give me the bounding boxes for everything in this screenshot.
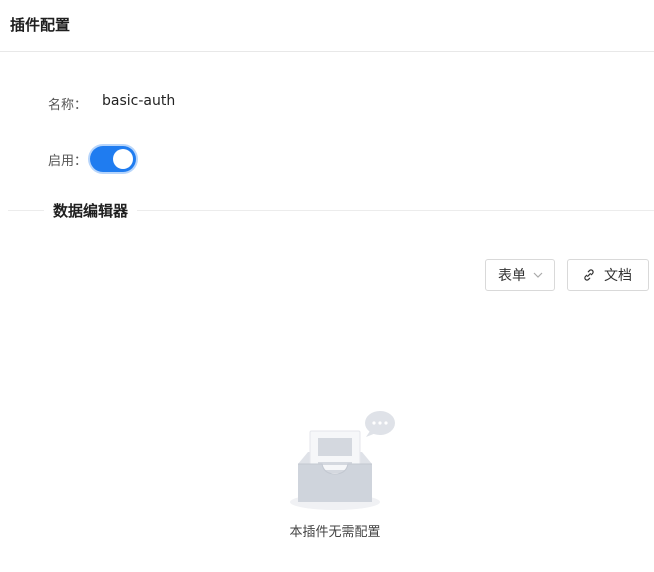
name-label: 名称： <box>48 98 88 113</box>
link-icon <box>584 269 594 281</box>
mode-select-value: 表单 <box>498 268 526 284</box>
chat-bubble-icon <box>365 411 395 437</box>
enabled-toggle[interactable] <box>90 146 136 172</box>
toggle-knob <box>113 149 133 169</box>
page-title: 插件配置 <box>10 16 71 34</box>
doc-button-label: 文档 <box>604 268 632 284</box>
section-title: 数据编辑器 <box>44 200 138 221</box>
mode-select[interactable]: 表单 <box>485 259 555 291</box>
enabled-label: 启用： <box>48 154 88 169</box>
empty-inbox-icon <box>290 411 395 510</box>
name-value: basic-auth <box>102 93 176 109</box>
chevron-down-icon <box>533 272 543 278</box>
doc-button[interactable]: 文档 <box>567 259 649 291</box>
empty-message: 本插件无需配置 <box>289 525 381 540</box>
page-header: 插件配置 <box>0 0 654 52</box>
